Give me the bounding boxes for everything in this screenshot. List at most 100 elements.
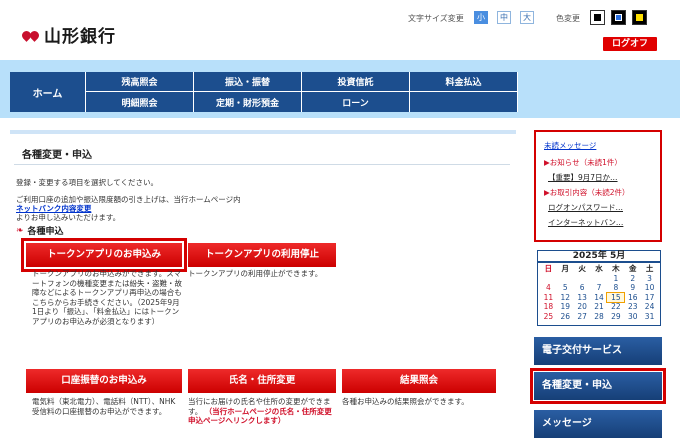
calendar-day: 2: [630, 273, 636, 283]
calendar-day: 17: [644, 292, 655, 302]
torihiki-item-1[interactable]: ログオンパスワード…: [548, 202, 652, 213]
account-transfer-desc: 電気料（東北電力）、電話料（NTT）、NHK受信料の口座振替のお申込ができます。: [32, 397, 176, 416]
calendar-day: 31: [644, 311, 655, 321]
calendar-day: 1: [613, 273, 619, 283]
calendar-day: [574, 274, 591, 284]
bank-logo[interactable]: 山形銀行: [20, 22, 116, 47]
calendar-day: 25: [543, 311, 554, 321]
nav-empty: [410, 92, 517, 112]
calendar-day: 8: [613, 283, 619, 292]
unread-messages-title[interactable]: 未読メッセージ: [544, 140, 652, 151]
message-button[interactable]: メッセージ: [534, 410, 662, 438]
font-size-medium-button[interactable]: 中: [497, 11, 511, 24]
calendar-day: [591, 274, 608, 284]
section-heading: ❧ 各種申込: [16, 224, 64, 238]
title-divider: [14, 164, 510, 165]
calendar-day: 6: [579, 283, 585, 292]
intro-line-3: よりお申し込みいただけます。: [16, 213, 121, 222]
nav-col-4: 料金払込: [410, 72, 518, 112]
calendar-weekday: 月: [561, 264, 570, 273]
logout-button[interactable]: ログオフ: [603, 37, 657, 51]
nav-col-1: 残高照会 明細照会: [86, 72, 194, 112]
calendar-day: 15: [606, 291, 626, 303]
nav-loan[interactable]: ローン: [302, 92, 409, 112]
calendar-day: 16: [627, 292, 638, 302]
calendar-day: 19: [560, 302, 571, 311]
font-size-label: 文字サイズ変更: [408, 14, 464, 23]
result-inquiry-button[interactable]: 結果照会: [342, 369, 496, 393]
calendar-day: 14: [594, 292, 604, 302]
oshirase-item[interactable]: 【重要】9月7日か…: [548, 172, 652, 183]
calendar-day: 26: [560, 311, 571, 321]
page-title: 各種変更・申込: [22, 150, 92, 161]
nav-balance[interactable]: 残高照会: [86, 72, 193, 92]
intro-text: 登録・変更する項目を選択してください。: [16, 178, 159, 187]
calendar-weekday: 土: [645, 264, 654, 273]
name-address-desc-link-note[interactable]: （当行ホームページの氏名・住所変更申込ページへリンクします）: [188, 407, 332, 426]
nav-home[interactable]: ホーム: [10, 72, 86, 112]
calendar-day: 12: [560, 292, 571, 302]
main-top-bar: [10, 130, 516, 134]
calendar-day: 28: [594, 311, 604, 321]
result-inquiry-desc: 各種お申込みの結果照会ができます。: [342, 397, 469, 406]
calendar-weekday: 金: [628, 264, 637, 273]
changes-apply-side-button[interactable]: 各種変更・申込: [530, 368, 666, 404]
calendar-day: 10: [644, 283, 655, 292]
bank-name: 山形銀行: [44, 27, 116, 47]
main-nav: ホーム 残高照会 明細照会 振込・振替 定期・財形預金 投資信託 ローン 料金払…: [10, 72, 518, 112]
section-heading-label: 各種申込: [27, 227, 64, 237]
calendar-weekday: 日: [544, 264, 553, 273]
account-transfer-apply-button[interactable]: 口座振替のお申込み: [26, 369, 182, 393]
calendar-grid: 日月火水木金土 1 2 3 4 5 6 7 8 9 10 11 12 13 14 15 16 17 18 19 20 21…: [538, 263, 660, 322]
calendar-day: 23: [627, 302, 638, 311]
calendar-day: 3: [647, 273, 652, 283]
calendar-day: 20: [577, 302, 587, 311]
calendar-day: 5: [562, 283, 568, 292]
calendar-day: 9: [630, 283, 636, 292]
calendar-day: 13: [577, 292, 587, 302]
calendar-day: 22: [611, 302, 621, 311]
nav-payment[interactable]: 料金払込: [410, 72, 517, 92]
nav-deposit[interactable]: 定期・財形預金: [194, 92, 301, 112]
calendar-day: [557, 274, 574, 284]
color-blue-button[interactable]: [611, 10, 626, 25]
calendar-day: 11: [543, 292, 554, 302]
token-app-apply-desc: トークンアプリのお申込みができます。スマートフォンの機種変更または紛失・盗難・故…: [32, 269, 182, 326]
calendar-day: [540, 274, 557, 284]
nav-investment[interactable]: 投資信託: [302, 72, 409, 92]
netbank-change-link[interactable]: ネットバンク内容変更: [16, 204, 91, 213]
calendar-day: 18: [543, 302, 554, 311]
token-app-apply-button[interactable]: トークンアプリのお申込み: [21, 238, 187, 272]
nav-statement[interactable]: 明細照会: [86, 92, 193, 112]
calendar-day: 21: [594, 302, 604, 311]
token-app-stop-desc: トークンアプリの利用停止ができます。: [188, 269, 323, 278]
intro-account-text: ご利用口座の追加や振込限度額の引き上げは、当行ホームページ内 ネットバンク内容変…: [16, 195, 241, 222]
calendar: 2025年 5月 日月火水木金土 1 2 3 4 5 6 7 8 9 10 11 12 13 14 15 16 1…: [537, 250, 661, 326]
name-address-change-button[interactable]: 氏名・住所変更: [188, 369, 336, 393]
calendar-day: 30: [627, 311, 638, 321]
nav-col-3: 投資信託 ローン: [302, 72, 410, 112]
color-black-button[interactable]: [590, 10, 605, 25]
calendar-day: 7: [596, 283, 602, 292]
color-change-label: 色変更: [556, 14, 580, 23]
color-yellow-button[interactable]: [632, 10, 647, 25]
calendar-title: 2025年 5月: [538, 251, 660, 263]
token-app-stop-button[interactable]: トークンアプリの利用停止: [188, 243, 336, 267]
e-delivery-button[interactable]: 電子交付サービス: [534, 337, 662, 365]
font-size-small-button[interactable]: 小: [474, 11, 488, 24]
calendar-day: 27: [577, 311, 587, 321]
nav-transfer[interactable]: 振込・振替: [194, 72, 301, 92]
oshirase-link[interactable]: ▶お知らせ（未読1件）: [544, 157, 652, 168]
name-address-desc: 当行にお届けの氏名や住所の変更ができます。 （当行ホームページの氏名・住所変更申…: [188, 397, 338, 426]
logo-mark-icon: [20, 27, 41, 43]
calendar-day: 4: [546, 283, 551, 292]
nav-col-2: 振込・振替 定期・財形預金: [194, 72, 302, 112]
torihiki-link[interactable]: ▶お取引内容（未読2件）: [544, 187, 652, 198]
section-bullet-icon: ❧: [16, 225, 24, 236]
unread-messages-panel: 未読メッセージ ▶お知らせ（未読1件） 【重要】9月7日か… ▶お取引内容（未読…: [534, 130, 662, 242]
font-size-large-button[interactable]: 大: [520, 11, 534, 24]
intro-line-1: ご利用口座の追加や振込限度額の引き上げは、当行ホームページ内: [16, 195, 241, 204]
torihiki-item-2[interactable]: インターネットバン…: [548, 217, 652, 228]
header: 山形銀行 文字サイズ変更 小 中 大 色変更 ログオフ: [0, 0, 680, 60]
calendar-weekday: 木: [612, 264, 620, 273]
